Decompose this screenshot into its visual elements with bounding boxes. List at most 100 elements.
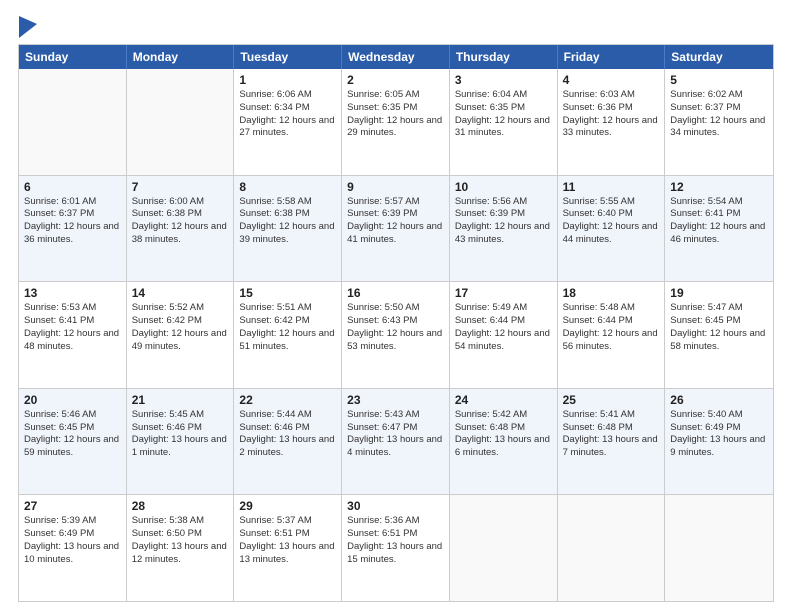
logo-icon	[19, 16, 37, 38]
day-number: 9	[347, 180, 444, 194]
day-number: 17	[455, 286, 552, 300]
day-number: 19	[670, 286, 768, 300]
day-cell-4: 4 Sunrise: 6:03 AM Sunset: 6:36 PM Daylig…	[558, 69, 666, 175]
day-number: 12	[670, 180, 768, 194]
day-number: 24	[455, 393, 552, 407]
day-cell-7: 7 Sunrise: 6:00 AM Sunset: 6:38 PM Daylig…	[127, 176, 235, 282]
header-day-saturday: Saturday	[665, 45, 773, 69]
day-number: 7	[132, 180, 229, 194]
day-number: 10	[455, 180, 552, 194]
day-cell-27: 27 Sunrise: 5:39 AM Sunset: 6:49 PM Dayli…	[19, 495, 127, 601]
day-cell-9: 9 Sunrise: 5:57 AM Sunset: 6:39 PM Daylig…	[342, 176, 450, 282]
day-number: 18	[563, 286, 660, 300]
day-cell-3: 3 Sunrise: 6:04 AM Sunset: 6:35 PM Daylig…	[450, 69, 558, 175]
day-cell-21: 21Sunrise: 5:45 AM Sunset: 6:46 PM Dayli…	[127, 389, 235, 495]
cell-sun-info: Sunrise: 5:39 AM Sunset: 6:49 PM Dayligh…	[24, 515, 121, 566]
cell-sun-info: Sunrise: 5:48 AM Sunset: 6:44 PM Dayligh…	[563, 302, 660, 353]
calendar-row-4: 27 Sunrise: 5:39 AM Sunset: 6:49 PM Dayli…	[19, 494, 773, 601]
cell-sun-info: Sunrise: 6:04 AM Sunset: 6:35 PM Dayligh…	[455, 89, 552, 140]
cell-sun-info: Sunrise: 5:47 AM Sunset: 6:45 PM Dayligh…	[670, 302, 768, 353]
cell-sun-info: Sunrise: 5:41 AM Sunset: 6:48 PM Dayligh…	[563, 409, 660, 460]
day-cell-10: 10 Sunrise: 5:56 AM Sunset: 6:39 PM Dayli…	[450, 176, 558, 282]
day-cell-28: 28 Sunrise: 5:38 AM Sunset: 6:50 PM Dayli…	[127, 495, 235, 601]
cell-sun-info: Sunrise: 5:38 AM Sunset: 6:50 PM Dayligh…	[132, 515, 229, 566]
cell-sun-info: Sunrise: 5:51 AM Sunset: 6:42 PM Dayligh…	[239, 302, 336, 353]
calendar-row-1: 6 Sunrise: 6:01 AM Sunset: 6:37 PM Daylig…	[19, 175, 773, 282]
cell-sun-info: Sunrise: 6:05 AM Sunset: 6:35 PM Dayligh…	[347, 89, 444, 140]
day-cell-15: 15 Sunrise: 5:51 AM Sunset: 6:42 PM Dayli…	[234, 282, 342, 388]
day-cell-8: 8Sunrise: 5:58 AM Sunset: 6:38 PM Daylig…	[234, 176, 342, 282]
cell-sun-info: Sunrise: 5:54 AM Sunset: 6:41 PM Dayligh…	[670, 196, 768, 247]
day-number: 6	[24, 180, 121, 194]
day-number: 3	[455, 73, 552, 87]
day-number: 13	[24, 286, 121, 300]
day-cell-29: 29 Sunrise: 5:37 AM Sunset: 6:51 PM Dayli…	[234, 495, 342, 601]
calendar-row-2: 13 Sunrise: 5:53 AM Sunset: 6:41 PM Dayli…	[19, 281, 773, 388]
cell-sun-info: Sunrise: 5:36 AM Sunset: 6:51 PM Dayligh…	[347, 515, 444, 566]
day-cell-18: 18 Sunrise: 5:48 AM Sunset: 6:44 PM Dayli…	[558, 282, 666, 388]
day-cell-6: 6 Sunrise: 6:01 AM Sunset: 6:37 PM Daylig…	[19, 176, 127, 282]
cell-sun-info: Sunrise: 6:01 AM Sunset: 6:37 PM Dayligh…	[24, 196, 121, 247]
calendar-body: 1 Sunrise: 6:06 AM Sunset: 6:34 PM Daylig…	[19, 69, 773, 601]
day-cell-26: 26Sunrise: 5:40 AM Sunset: 6:49 PM Dayli…	[665, 389, 773, 495]
day-number: 4	[563, 73, 660, 87]
cell-sun-info: Sunrise: 6:06 AM Sunset: 6:34 PM Dayligh…	[239, 89, 336, 140]
day-cell-12: 12 Sunrise: 5:54 AM Sunset: 6:41 PM Dayli…	[665, 176, 773, 282]
empty-cell-4-4	[450, 495, 558, 601]
day-cell-24: 24 Sunrise: 5:42 AM Sunset: 6:48 PM Dayli…	[450, 389, 558, 495]
cell-sun-info: Sunrise: 5:56 AM Sunset: 6:39 PM Dayligh…	[455, 196, 552, 247]
day-cell-11: 11 Sunrise: 5:55 AM Sunset: 6:40 PM Dayli…	[558, 176, 666, 282]
logo	[18, 18, 39, 36]
empty-cell-0-1	[127, 69, 235, 175]
day-cell-1: 1 Sunrise: 6:06 AM Sunset: 6:34 PM Daylig…	[234, 69, 342, 175]
header-day-tuesday: Tuesday	[234, 45, 342, 69]
day-number: 23	[347, 393, 444, 407]
day-number: 29	[239, 499, 336, 513]
cell-sun-info: Sunrise: 5:37 AM Sunset: 6:51 PM Dayligh…	[239, 515, 336, 566]
day-number: 20	[24, 393, 121, 407]
day-number: 27	[24, 499, 121, 513]
cell-sun-info: Sunrise: 5:42 AM Sunset: 6:48 PM Dayligh…	[455, 409, 552, 460]
cell-sun-info: Sunrise: 5:57 AM Sunset: 6:39 PM Dayligh…	[347, 196, 444, 247]
day-cell-16: 16 Sunrise: 5:50 AM Sunset: 6:43 PM Dayli…	[342, 282, 450, 388]
header	[18, 18, 774, 36]
cell-sun-info: Sunrise: 5:55 AM Sunset: 6:40 PM Dayligh…	[563, 196, 660, 247]
calendar-header: SundayMondayTuesdayWednesdayThursdayFrid…	[19, 45, 773, 69]
day-cell-22: 22Sunrise: 5:44 AM Sunset: 6:46 PM Dayli…	[234, 389, 342, 495]
calendar-row-0: 1 Sunrise: 6:06 AM Sunset: 6:34 PM Daylig…	[19, 69, 773, 175]
empty-cell-4-5	[558, 495, 666, 601]
day-number: 2	[347, 73, 444, 87]
day-number: 26	[670, 393, 768, 407]
day-number: 11	[563, 180, 660, 194]
day-number: 5	[670, 73, 768, 87]
day-cell-13: 13 Sunrise: 5:53 AM Sunset: 6:41 PM Dayli…	[19, 282, 127, 388]
cell-sun-info: Sunrise: 6:00 AM Sunset: 6:38 PM Dayligh…	[132, 196, 229, 247]
empty-cell-0-0	[19, 69, 127, 175]
cell-sun-info: Sunrise: 5:53 AM Sunset: 6:41 PM Dayligh…	[24, 302, 121, 353]
day-cell-14: 14 Sunrise: 5:52 AM Sunset: 6:42 PM Dayli…	[127, 282, 235, 388]
calendar-row-3: 20Sunrise: 5:46 AM Sunset: 6:45 PM Dayli…	[19, 388, 773, 495]
cell-sun-info: Sunrise: 5:52 AM Sunset: 6:42 PM Dayligh…	[132, 302, 229, 353]
day-number: 22	[239, 393, 336, 407]
day-number: 15	[239, 286, 336, 300]
header-day-wednesday: Wednesday	[342, 45, 450, 69]
header-day-monday: Monday	[127, 45, 235, 69]
header-day-friday: Friday	[558, 45, 666, 69]
day-cell-30: 30Sunrise: 5:36 AM Sunset: 6:51 PM Dayli…	[342, 495, 450, 601]
day-number: 14	[132, 286, 229, 300]
day-number: 28	[132, 499, 229, 513]
calendar: SundayMondayTuesdayWednesdayThursdayFrid…	[18, 44, 774, 602]
day-cell-17: 17Sunrise: 5:49 AM Sunset: 6:44 PM Dayli…	[450, 282, 558, 388]
cell-sun-info: Sunrise: 5:45 AM Sunset: 6:46 PM Dayligh…	[132, 409, 229, 460]
day-number: 1	[239, 73, 336, 87]
day-number: 16	[347, 286, 444, 300]
day-number: 25	[563, 393, 660, 407]
header-day-thursday: Thursday	[450, 45, 558, 69]
day-cell-25: 25 Sunrise: 5:41 AM Sunset: 6:48 PM Dayli…	[558, 389, 666, 495]
cell-sun-info: Sunrise: 5:50 AM Sunset: 6:43 PM Dayligh…	[347, 302, 444, 353]
day-number: 8	[239, 180, 336, 194]
day-cell-20: 20Sunrise: 5:46 AM Sunset: 6:45 PM Dayli…	[19, 389, 127, 495]
cell-sun-info: Sunrise: 6:03 AM Sunset: 6:36 PM Dayligh…	[563, 89, 660, 140]
cell-sun-info: Sunrise: 5:43 AM Sunset: 6:47 PM Dayligh…	[347, 409, 444, 460]
header-day-sunday: Sunday	[19, 45, 127, 69]
